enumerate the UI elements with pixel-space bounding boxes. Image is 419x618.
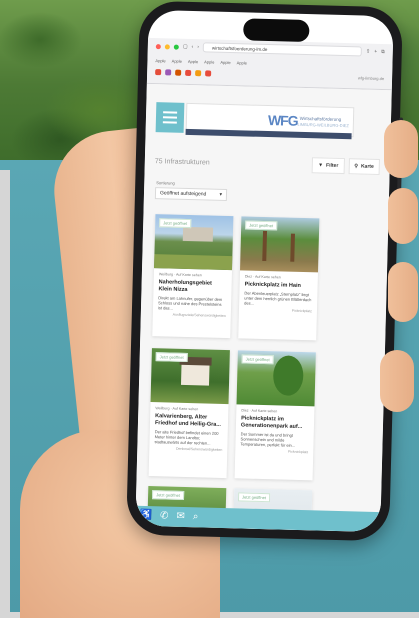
tabs-icon[interactable]: ⧉ [381, 49, 385, 55]
card-description: Der Sommer ist da und bringt Sonnenschei… [240, 431, 296, 448]
card-title: Picknickplatz im Generationenpark auf... [240, 415, 303, 431]
smartphone: ▢ ‹ › wirtschaftsfoerderung-lm.de ⇪ + ⧉ … [126, 0, 404, 542]
card-category: Denkmal/Sehenswürdigkeiten [175, 446, 223, 452]
browser-chrome: ▢ ‹ › wirtschaftsfoerderung-lm.de ⇪ + ⧉ … [146, 37, 393, 91]
maximize-window-icon[interactable] [173, 44, 179, 50]
sidebar-icon[interactable]: ▢ [183, 44, 188, 50]
search-icon[interactable]: ⌕ [193, 511, 199, 522]
hamburger-icon [162, 121, 177, 124]
bookmark-item[interactable]: Apple [172, 58, 182, 63]
status-badge: Jetzt geöffnet [151, 490, 185, 500]
finger [384, 120, 418, 178]
meadow-shape [154, 254, 233, 271]
card-image: Jetzt geöffnet [236, 350, 316, 407]
card-description: Der alte Friedhof befindet einen 200 Met… [154, 429, 219, 446]
sort-value: Geöffnet aufsteigend [159, 190, 207, 198]
card-category: Picknickplatz [287, 449, 309, 455]
card-title: Kalvarienberg, Alter Friedhof und Heilig… [154, 413, 222, 428]
tree-trunk-shape [262, 230, 268, 262]
sort-label: Sortierung [156, 180, 175, 186]
bookmark-item[interactable]: Apple [204, 59, 214, 64]
card-image: Jetzt geöffnet [240, 216, 320, 273]
card-category: Ausflugsziele/Sehenswürdigkeiten [172, 312, 226, 319]
finger [380, 350, 414, 412]
hamburger-icon [162, 116, 178, 119]
bookmark-item[interactable]: Apple [220, 59, 230, 64]
status-badge: Jetzt geöffnet [237, 492, 271, 503]
phone-icon[interactable]: ✆ [160, 510, 169, 521]
background-frame [0, 170, 10, 618]
tab-favicon[interactable] [195, 70, 202, 77]
logo-text-block: Wirtschaftsförderung LIMBURG-WEILBURG-DI… [297, 115, 349, 127]
tab-favicon[interactable] [175, 69, 182, 76]
listing-card[interactable]: Jetzt geöffnet Diez · Auf Karte sehen Pi… [234, 350, 316, 481]
web-page: WFG Wirtschaftsförderung LIMBURG-WEILBUR… [135, 83, 392, 533]
card-description: Direkt am Lahnufer, gegenüber dem Schlos… [157, 295, 223, 311]
chevron-down-icon: ▾ [219, 191, 223, 198]
card-title: Picknickplatz im Hain [244, 281, 301, 289]
bookmark-item[interactable]: Apple [155, 58, 165, 63]
new-tab-icon[interactable]: + [374, 49, 377, 55]
map-button[interactable]: ⚲ Karte [348, 158, 380, 175]
dynamic-island [243, 18, 310, 43]
tab-favicon[interactable] [155, 69, 162, 76]
back-icon[interactable]: ‹ [191, 44, 193, 50]
tree-trunk-shape [290, 233, 295, 262]
card-category: Picknickplatz [291, 308, 313, 314]
tab-url: wfg-limburg.de [357, 74, 385, 81]
tab-favicon[interactable] [185, 69, 192, 77]
filter-button[interactable]: ▼ Filter [311, 157, 345, 175]
tab-favicon[interactable] [165, 69, 172, 76]
logo-mark: WFG [267, 112, 298, 129]
listing-card[interactable]: Jetzt geöffnet Weilburg · Auf Karte sehe… [148, 348, 230, 479]
bookmark-item[interactable]: Apple [237, 60, 247, 65]
finger [388, 262, 418, 322]
sort-dropdown[interactable]: Geöffnet aufsteigend ▾ [154, 187, 228, 201]
results-toolbar: 75 Infrastrukturen ▼ Filter ⚲ Karte [155, 150, 380, 178]
minimize-window-icon[interactable] [164, 43, 170, 49]
share-icon[interactable]: ⇪ [366, 49, 370, 55]
card-title: Naherholungsgebiet Klein Nizza [158, 279, 212, 293]
bookmark-item[interactable]: Apple [188, 58, 198, 63]
chapel-shape [180, 362, 210, 386]
listing-card[interactable]: Jetzt geöffnet Diez · Auf Karte sehen Pi… [238, 216, 320, 341]
building-shape [182, 226, 214, 242]
mail-icon[interactable]: ✉ [176, 511, 185, 522]
contact-bar: ♿ ✆ ✉ ⌕ [135, 505, 381, 533]
hamburger-icon [163, 111, 178, 114]
status-badge: Jetzt geöffnet [159, 218, 192, 229]
card-image: Jetzt geöffnet [154, 214, 234, 271]
close-window-icon[interactable] [155, 43, 161, 49]
funnel-icon: ▼ [318, 162, 324, 169]
phone-screen: ▢ ‹ › wirtschaftsfoerderung-lm.de ⇪ + ⧉ … [135, 9, 394, 533]
finger [388, 188, 418, 244]
logo-subtitle: LIMBURG-WEILBURG-DIEZ [297, 121, 349, 128]
menu-button[interactable] [155, 102, 185, 133]
status-badge: Jetzt geöffnet [245, 220, 278, 231]
result-count: 75 Infrastrukturen [154, 157, 210, 167]
status-badge: Jetzt geöffnet [241, 354, 274, 365]
address-bar[interactable]: wirtschaftsfoerderung-lm.de [202, 42, 363, 57]
card-image: Jetzt geöffnet [150, 348, 230, 405]
filter-label: Filter [325, 162, 339, 169]
status-badge: Jetzt geöffnet [155, 352, 188, 363]
card-description: Der Abenteuerplatz „Sternplatz“ liegt un… [244, 290, 312, 306]
tab-favicon[interactable] [205, 70, 212, 77]
map-label: Karte [360, 163, 374, 170]
tree-crown-shape [272, 355, 304, 397]
accessibility-icon[interactable]: ♿ [139, 510, 152, 521]
map-pin-icon: ⚲ [354, 163, 359, 170]
listing-card[interactable]: Jetzt geöffnet Weilburg · Auf Karte sehe… [152, 214, 234, 339]
forward-icon[interactable]: › [197, 44, 199, 50]
